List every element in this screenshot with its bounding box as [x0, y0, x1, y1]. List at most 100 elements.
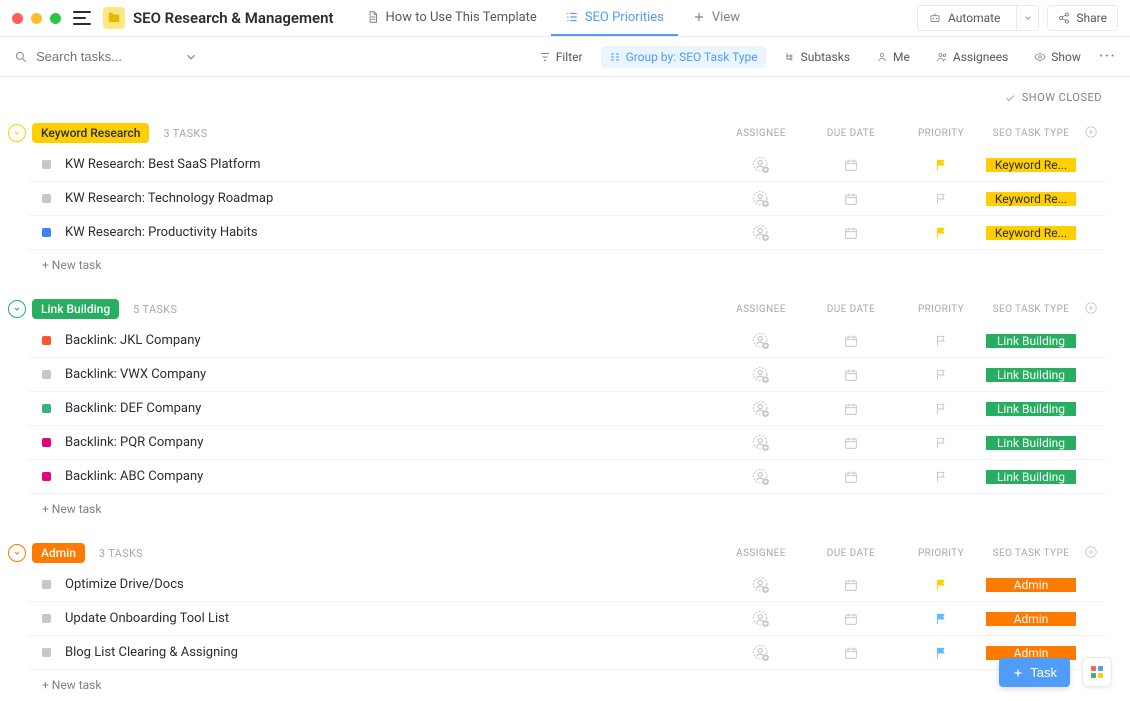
- assignee-cell[interactable]: [716, 223, 806, 243]
- add-column-button[interactable]: [1076, 301, 1106, 318]
- assignee-cell[interactable]: [716, 155, 806, 175]
- new-task-button[interactable]: + New task: [42, 494, 1106, 516]
- task-row[interactable]: Blog List Clearing & AssigningAdmin: [28, 636, 1106, 670]
- priority-cell[interactable]: [896, 612, 986, 626]
- due-date-cell[interactable]: [806, 401, 896, 417]
- task-name[interactable]: Update Onboarding Tool List: [65, 611, 716, 626]
- task-name[interactable]: Backlink: VWX Company: [65, 367, 716, 382]
- assignee-cell[interactable]: [716, 433, 806, 453]
- task-name[interactable]: Backlink: PQR Company: [65, 435, 716, 450]
- task-row[interactable]: Backlink: DEF CompanyLink Building: [28, 392, 1106, 426]
- new-task-button[interactable]: + New task: [42, 250, 1106, 272]
- task-type-cell[interactable]: Admin: [986, 578, 1076, 592]
- priority-cell[interactable]: [896, 334, 986, 348]
- priority-cell[interactable]: [896, 368, 986, 382]
- due-date-cell[interactable]: [806, 191, 896, 207]
- search-input[interactable]: [36, 49, 176, 64]
- add-column-button[interactable]: [1076, 545, 1106, 562]
- task-row[interactable]: Update Onboarding Tool ListAdmin: [28, 602, 1106, 636]
- due-date-cell[interactable]: [806, 435, 896, 451]
- due-date-cell[interactable]: [806, 225, 896, 241]
- assignee-cell[interactable]: [716, 365, 806, 385]
- status-square[interactable]: [42, 194, 51, 203]
- status-square[interactable]: [42, 370, 51, 379]
- new-task-fab[interactable]: Task: [999, 658, 1070, 687]
- assignee-cell[interactable]: [716, 643, 806, 663]
- share-button[interactable]: Share: [1047, 5, 1118, 31]
- tab-how-to-use[interactable]: How to Use This Template: [352, 0, 551, 36]
- assignee-cell[interactable]: [716, 331, 806, 351]
- priority-cell[interactable]: [896, 646, 986, 660]
- tab-seo-priorities[interactable]: SEO Priorities: [551, 0, 678, 36]
- automate-dropdown[interactable]: [1016, 6, 1038, 30]
- status-square[interactable]: [42, 438, 51, 447]
- me-button[interactable]: Me: [868, 46, 918, 68]
- status-square[interactable]: [42, 648, 51, 657]
- add-view-button[interactable]: View: [678, 0, 754, 36]
- assignee-cell[interactable]: [716, 189, 806, 209]
- chevron-down-icon[interactable]: [184, 50, 198, 64]
- priority-cell[interactable]: [896, 158, 986, 172]
- assignee-cell[interactable]: [716, 399, 806, 419]
- task-name[interactable]: KW Research: Technology Roadmap: [65, 191, 716, 206]
- task-name[interactable]: Backlink: ABC Company: [65, 469, 716, 484]
- priority-cell[interactable]: [896, 402, 986, 416]
- task-type-cell[interactable]: Keyword Re...: [986, 158, 1076, 172]
- close-window-icon[interactable]: [12, 13, 23, 24]
- collapse-toggle[interactable]: [8, 544, 26, 562]
- task-type-cell[interactable]: Keyword Re...: [986, 226, 1076, 240]
- show-closed-toggle[interactable]: SHOW CLOSED: [8, 87, 1106, 118]
- assignee-cell[interactable]: [716, 467, 806, 487]
- collapse-toggle[interactable]: [8, 300, 26, 318]
- collapse-toggle[interactable]: [8, 124, 26, 142]
- subtasks-button[interactable]: Subtasks: [776, 46, 858, 68]
- maximize-window-icon[interactable]: [50, 13, 61, 24]
- task-type-cell[interactable]: Link Building: [986, 334, 1076, 348]
- status-square[interactable]: [42, 404, 51, 413]
- task-row[interactable]: Backlink: PQR Company Link Building: [28, 426, 1106, 460]
- status-square[interactable]: [42, 472, 51, 481]
- show-button[interactable]: Show: [1026, 46, 1089, 68]
- group-name-pill[interactable]: Admin: [32, 543, 85, 563]
- task-row[interactable]: KW Research: Productivity Habits Keyword …: [28, 216, 1106, 250]
- task-name[interactable]: Blog List Clearing & Assigning: [65, 645, 716, 660]
- status-square[interactable]: [42, 228, 51, 237]
- priority-cell[interactable]: [896, 578, 986, 592]
- status-square[interactable]: [42, 160, 51, 169]
- more-options-button[interactable]: ···: [1099, 46, 1116, 67]
- task-name[interactable]: KW Research: Best SaaS Platform: [65, 157, 716, 172]
- task-row[interactable]: KW Research: Technology Roadmap Keyword R…: [28, 182, 1106, 216]
- priority-cell[interactable]: [896, 226, 986, 240]
- due-date-cell[interactable]: [806, 577, 896, 593]
- apps-button[interactable]: [1082, 657, 1112, 687]
- automate-button[interactable]: Automate: [917, 5, 1039, 31]
- group-name-pill[interactable]: Keyword Research: [32, 123, 149, 143]
- status-square[interactable]: [42, 614, 51, 623]
- due-date-cell[interactable]: [806, 611, 896, 627]
- task-type-cell[interactable]: Link Building: [986, 470, 1076, 484]
- priority-cell[interactable]: [896, 192, 986, 206]
- due-date-cell[interactable]: [806, 157, 896, 173]
- add-column-button[interactable]: [1076, 125, 1106, 142]
- status-square[interactable]: [42, 336, 51, 345]
- group-name-pill[interactable]: Link Building: [32, 299, 119, 319]
- due-date-cell[interactable]: [806, 367, 896, 383]
- group-by-button[interactable]: Group by: SEO Task Type: [601, 46, 766, 68]
- task-type-cell[interactable]: Link Building: [986, 402, 1076, 416]
- task-row[interactable]: Backlink: ABC Company Link Building: [28, 460, 1106, 494]
- task-type-cell[interactable]: Keyword Re...: [986, 192, 1076, 206]
- assignee-cell[interactable]: [716, 609, 806, 629]
- menu-toggle-icon[interactable]: [73, 11, 91, 25]
- status-square[interactable]: [42, 580, 51, 589]
- task-row[interactable]: Backlink: JKL CompanyLink Building: [28, 324, 1106, 358]
- task-name[interactable]: Optimize Drive/Docs: [65, 577, 716, 592]
- due-date-cell[interactable]: [806, 333, 896, 349]
- task-name[interactable]: KW Research: Productivity Habits: [65, 225, 716, 240]
- task-row[interactable]: Optimize Drive/Docs Admin: [28, 568, 1106, 602]
- task-row[interactable]: KW Research: Best SaaS Platform Keyword R…: [28, 148, 1106, 182]
- new-task-button[interactable]: + New task: [42, 670, 1106, 692]
- priority-cell[interactable]: [896, 436, 986, 450]
- task-type-cell[interactable]: Link Building: [986, 368, 1076, 382]
- task-type-cell[interactable]: Link Building: [986, 436, 1076, 450]
- filter-button[interactable]: Filter: [531, 46, 591, 68]
